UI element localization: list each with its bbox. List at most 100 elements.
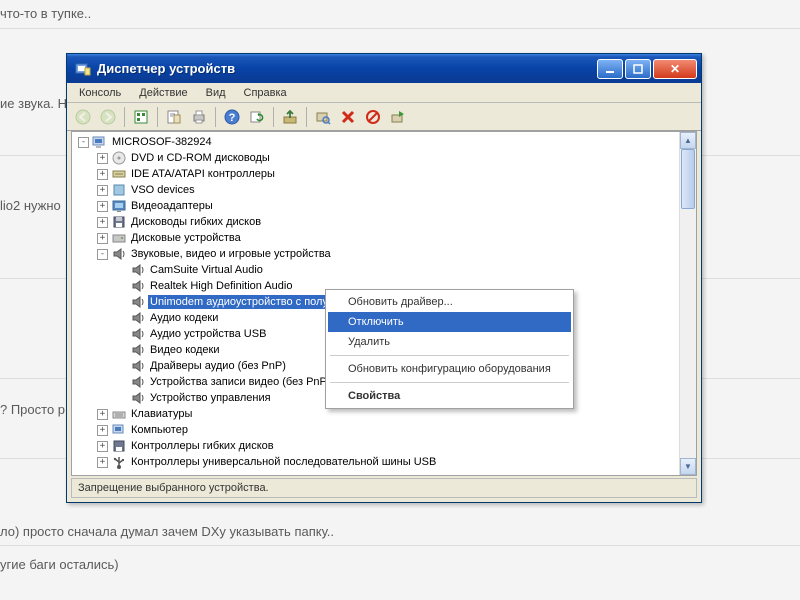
context-menu-item[interactable]: Обновить драйвер...: [328, 292, 571, 312]
uninstall-icon[interactable]: [336, 105, 360, 129]
tree-label[interactable]: Контроллеры гибких дисков: [129, 439, 276, 453]
tree-node[interactable]: + IDE ATA/ATAPI контроллеры: [74, 166, 696, 182]
scroll-thumb[interactable]: [681, 149, 695, 209]
tree-spacer: [116, 393, 127, 404]
tree-label[interactable]: VSO devices: [129, 183, 197, 197]
properties-icon[interactable]: [162, 105, 186, 129]
tree-content: -MICROSOF-382924+DVD и CD-ROM дисководы+…: [71, 131, 697, 476]
expand-icon[interactable]: +: [97, 441, 108, 452]
tree-label[interactable]: Аудио кодеки: [148, 311, 220, 325]
context-menu-item[interactable]: Удалить: [328, 332, 571, 352]
tree-label[interactable]: Видеоадаптеры: [129, 199, 215, 213]
svg-text:?: ?: [229, 112, 236, 124]
tree-label[interactable]: Контроллеры универсальной последовательн…: [129, 455, 438, 469]
expand-icon[interactable]: +: [97, 185, 108, 196]
context-menu-item[interactable]: Обновить конфигурацию оборудования: [328, 359, 571, 379]
enable-icon[interactable]: [386, 105, 410, 129]
sound-device-icon: [130, 326, 146, 342]
menu-view[interactable]: Вид: [198, 85, 234, 101]
maximize-button[interactable]: [625, 59, 651, 79]
tree-node[interactable]: + DVD и CD-ROM дисководы: [74, 150, 696, 166]
menu-console[interactable]: Консоль: [71, 85, 129, 101]
expand-icon[interactable]: +: [97, 217, 108, 228]
background-text: угие баги остались): [0, 557, 119, 572]
tree-label[interactable]: DVD и CD-ROM дисководы: [129, 151, 272, 165]
tree-spacer: [116, 329, 127, 340]
collapse-icon[interactable]: -: [78, 137, 89, 148]
collapse-icon[interactable]: -: [97, 249, 108, 260]
expand-icon[interactable]: +: [97, 169, 108, 180]
tree-label[interactable]: Видео кодеки: [148, 343, 222, 357]
tree-label[interactable]: Дисковые устройства: [129, 231, 243, 245]
tree-node[interactable]: + Видеоадаптеры: [74, 198, 696, 214]
disable-icon[interactable]: [361, 105, 385, 129]
toolbar-separator: [273, 107, 274, 127]
tree-spacer: [116, 297, 127, 308]
tree-label[interactable]: Клавиатуры: [129, 407, 194, 421]
menu-action[interactable]: Действие: [131, 85, 195, 101]
tree-spacer: [116, 377, 127, 388]
expand-icon[interactable]: +: [97, 425, 108, 436]
keyboard-icon: [111, 406, 127, 422]
display-icon: [111, 198, 127, 214]
divider: [0, 28, 800, 29]
tree-label[interactable]: IDE ATA/ATAPI контроллеры: [129, 167, 277, 181]
tree-node[interactable]: + Контроллеры гибких дисков: [74, 438, 696, 454]
expand-icon[interactable]: +: [97, 233, 108, 244]
tree-label[interactable]: Устройства записи видео (без PnP): [148, 375, 333, 389]
background-text: ие звука. Н: [0, 96, 67, 111]
update-driver-icon[interactable]: [278, 105, 302, 129]
background-text: ло) просто сначала думал зачем DXу указы…: [0, 524, 334, 539]
toolbar-separator: [306, 107, 307, 127]
tree-node[interactable]: + Компьютер: [74, 422, 696, 438]
disk-icon: [111, 230, 127, 246]
expand-icon[interactable]: +: [97, 153, 108, 164]
scroll-up-button[interactable]: ▲: [680, 132, 696, 149]
tree-label[interactable]: Аудио устройства USB: [148, 327, 268, 341]
tree-label[interactable]: Компьютер: [129, 423, 190, 437]
toolbar-separator: [124, 107, 125, 127]
tree-node[interactable]: + Дисководы гибких дисков: [74, 214, 696, 230]
tree-label[interactable]: MICROSOF-382924: [110, 135, 214, 149]
tree-label[interactable]: CamSuite Virtual Audio: [148, 263, 265, 277]
background-text: что-то в тупке..: [0, 6, 91, 21]
vertical-scrollbar[interactable]: ▲ ▼: [679, 132, 696, 475]
device-manager-window: Диспетчер устройств ✕ Консоль Действие В…: [66, 53, 702, 503]
help-icon[interactable]: ?: [220, 105, 244, 129]
tree-label[interactable]: Драйверы аудио (без PnP): [148, 359, 288, 373]
show-hide-tree-icon[interactable]: [129, 105, 153, 129]
tree-label[interactable]: Дисководы гибких дисков: [129, 215, 263, 229]
scan-hardware-icon[interactable]: [311, 105, 335, 129]
context-menu-item[interactable]: Свойства: [328, 386, 571, 406]
sound-device-icon: [130, 310, 146, 326]
tree-node[interactable]: - MICROSOF-382924: [74, 134, 696, 150]
tree-node[interactable]: + Дисковые устройства: [74, 230, 696, 246]
cdrom-icon: [111, 150, 127, 166]
window-title: Диспетчер устройств: [95, 61, 597, 76]
refresh-icon[interactable]: [245, 105, 269, 129]
sound-device-icon: [130, 278, 146, 294]
divider: [0, 545, 800, 546]
scroll-down-button[interactable]: ▼: [680, 458, 696, 475]
tree-node[interactable]: - Звуковые, видео и игровые устройства: [74, 246, 696, 262]
tree-label[interactable]: Звуковые, видео и игровые устройства: [129, 247, 333, 261]
background-text: ? Просто р: [0, 402, 65, 417]
close-button[interactable]: ✕: [653, 59, 697, 79]
tree-label[interactable]: Realtek High Definition Audio: [148, 279, 294, 293]
expand-icon[interactable]: +: [97, 457, 108, 468]
print-icon[interactable]: [187, 105, 211, 129]
tree-node[interactable]: CamSuite Virtual Audio: [74, 262, 696, 278]
titlebar[interactable]: Диспетчер устройств ✕: [67, 54, 701, 83]
tree-node[interactable]: + VSO devices: [74, 182, 696, 198]
expand-icon[interactable]: +: [97, 409, 108, 420]
sound-device-icon: [130, 358, 146, 374]
toolbar-separator: [157, 107, 158, 127]
tree-spacer: [116, 313, 127, 324]
expand-icon[interactable]: +: [97, 201, 108, 212]
tree-node[interactable]: + Контроллеры универсальной последователь…: [74, 454, 696, 470]
menu-help[interactable]: Справка: [236, 85, 295, 101]
toolbar-separator: [215, 107, 216, 127]
context-menu-item[interactable]: Отключить: [328, 312, 571, 332]
minimize-button[interactable]: [597, 59, 623, 79]
tree-label[interactable]: Устройство управления: [148, 391, 273, 405]
